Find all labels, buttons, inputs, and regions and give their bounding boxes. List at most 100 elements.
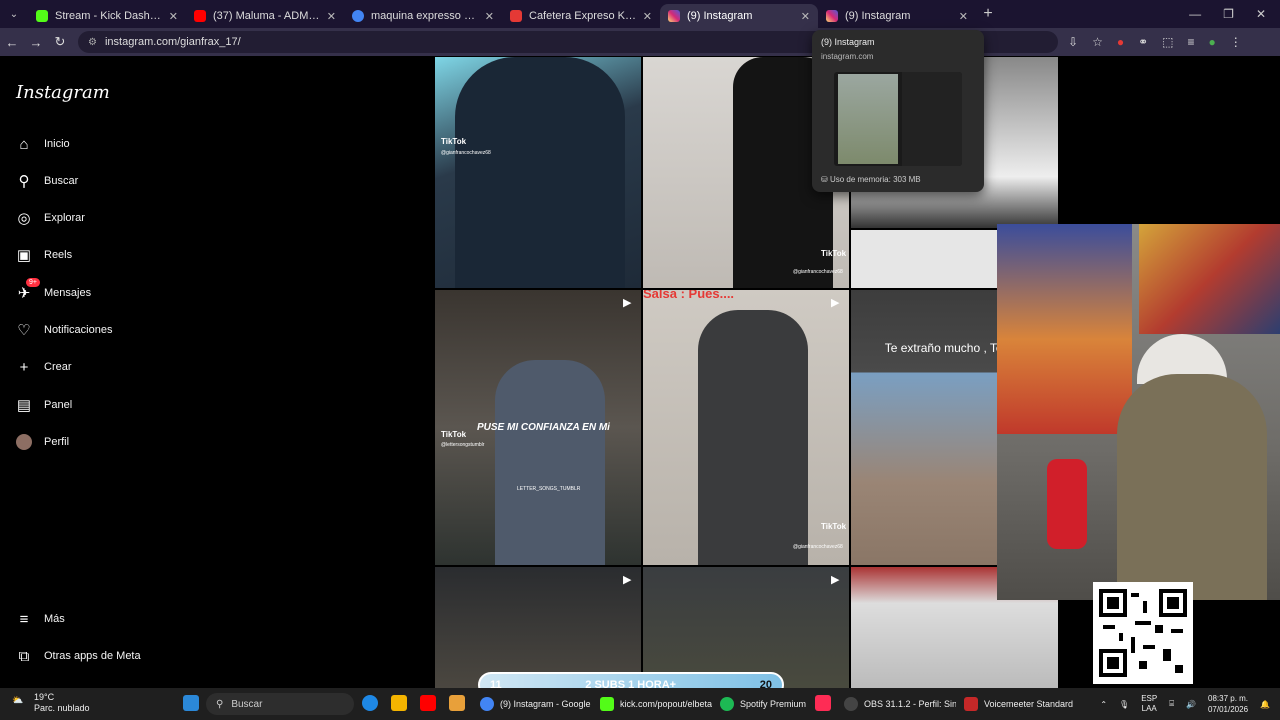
microphone-icon[interactable]: 🎙 <box>1119 700 1129 709</box>
tab-hover-card: (9) Instagram instagram.com ⛁ Uso de mem… <box>812 30 984 192</box>
plus-icon: + <box>19 358 29 376</box>
window-controls: — ❐ ✕ <box>1189 7 1280 21</box>
taskbar-search[interactable]: ⚲ Buscar <box>206 693 354 715</box>
tab-3[interactable]: Cafetera Expreso KALLEY K-EXT ✕ <box>502 4 660 28</box>
menu-kebab-icon[interactable]: ⋮ <box>1230 35 1242 49</box>
person-silhouette <box>495 360 605 565</box>
clock-date: 07/01/2026 <box>1207 705 1249 714</box>
weather-temp: 19°C <box>34 692 55 702</box>
nav-explorar[interactable]: ◎ Explorar <box>14 207 85 229</box>
tab-preview-thumbnail <box>834 72 962 166</box>
nav-crear[interactable]: + Crear <box>14 356 72 378</box>
memory-usage: ⛁ Uso de memoria: 303 MB <box>821 175 921 184</box>
post-tile[interactable]: ▶ <box>643 567 849 688</box>
person-silhouette <box>698 310 808 565</box>
instagram-icon <box>826 10 838 22</box>
media-control-icon[interactable]: ≡ <box>1187 35 1194 49</box>
nav-meta-apps[interactable]: ⧉ Otras apps de Meta <box>14 645 141 667</box>
tab-1[interactable]: (37) Maluma - ADMV (Karaoke) ✕ <box>186 4 344 28</box>
tab-search-icon[interactable]: ⌄ <box>0 0 28 28</box>
lang-primary: ESP <box>1141 694 1158 703</box>
taskbar-app-spotify[interactable]: Spotify Premium <box>720 694 810 714</box>
clock[interactable]: 08:37 p. m. 07/01/2026 <box>1208 693 1248 715</box>
kick-icon <box>36 10 48 22</box>
taskbar-app-label: Voicemeeter Standard <box>984 699 1074 709</box>
taskbar-app-kick[interactable]: kick.com/popout/elbeta <box>600 694 712 714</box>
extension-red-icon[interactable]: ● <box>1117 35 1124 49</box>
maximize-icon[interactable]: ❐ <box>1223 7 1234 21</box>
tab-2[interactable]: maquina expresso kalley - Bus ✕ <box>344 4 502 28</box>
post-tile[interactable]: ▶ <box>435 567 641 688</box>
nav-label: Crear <box>44 361 72 373</box>
close-icon[interactable]: ✕ <box>643 10 652 23</box>
instagram-logo[interactable]: Instagram <box>16 82 110 103</box>
nav-panel[interactable]: ▤ Panel <box>14 394 72 416</box>
install-app-icon[interactable]: ⇩ <box>1068 35 1078 49</box>
taskbar-app-label: OBS 31.1.2 - Perfil: Sin Tí <box>864 699 956 709</box>
notifications-icon[interactable]: 🔔 <box>1260 700 1270 709</box>
close-icon[interactable]: ✕ <box>801 10 810 23</box>
edge-icon[interactable] <box>362 695 378 711</box>
taskbar-app-obs[interactable]: OBS 31.1.2 - Perfil: Sin Tí <box>844 694 956 714</box>
close-window-icon[interactable]: ✕ <box>1256 7 1266 21</box>
instagram-sidebar: Instagram ⌂ Inicio ⚲ Buscar ◎ Explorar ▣… <box>0 56 245 688</box>
nav-label: Explorar <box>44 212 85 224</box>
nav-inicio[interactable]: ⌂ Inicio <box>14 133 69 155</box>
nav-perfil[interactable]: Perfil <box>14 431 69 453</box>
tab-title: (9) Instagram <box>845 10 911 22</box>
post-tile[interactable]: Salsa : Pues.... ▶ TikTok @gianfrancocha… <box>643 290 849 565</box>
taskbar-search-label: Buscar <box>231 698 263 710</box>
network-icon[interactable]: ⌸ <box>1169 699 1174 709</box>
extension-icons: ⇩ ☆ ● ⚭ ⬚ ≡ ● ⋮ <box>1068 35 1242 49</box>
extensions-puzzle-icon[interactable]: ⬚ <box>1162 35 1173 49</box>
tab-title: (37) Maluma - ADMV (Karaoke) <box>213 10 321 22</box>
profile-avatar-icon[interactable]: ● <box>1209 35 1216 49</box>
tab-4[interactable]: (9) Instagram ✕ <box>660 4 818 28</box>
tab-title: Stream - Kick Dashboard <box>55 10 163 22</box>
file-explorer-icon[interactable] <box>391 695 407 711</box>
youtube-icon[interactable] <box>420 695 436 711</box>
bookmark-star-icon[interactable]: ☆ <box>1092 35 1103 49</box>
nav-label: Perfil <box>44 436 70 448</box>
language-indicator[interactable]: ESP LAA <box>1141 694 1157 714</box>
taskbar-app-label: kick.com/popout/elbeta <box>620 699 712 709</box>
post-tile[interactable]: TikTok @gianfrancochavez68 <box>435 57 641 288</box>
close-icon[interactable]: ✕ <box>959 10 968 23</box>
tiktok-handle: @gianfrancochavez68 <box>793 544 843 550</box>
streamer-silhouette <box>1117 374 1267 600</box>
nav-notificaciones[interactable]: ♡ Notificaciones <box>14 319 112 341</box>
tiktok-handle: @lettersongstumblr <box>441 442 485 448</box>
unread-badge: 9+ <box>26 278 40 287</box>
nav-reels[interactable]: ▣ Reels <box>14 244 72 266</box>
tab-5[interactable]: (9) Instagram ✕ <box>818 4 976 28</box>
minimize-icon[interactable]: — <box>1189 7 1201 21</box>
post-tile[interactable]: ▶ TikTok PUSE MI CONFIANZA EN Mi LETTER_… <box>435 290 641 565</box>
reload-icon[interactable]: ↻ <box>48 34 72 50</box>
chevron-up-icon[interactable]: ⌃ <box>1100 700 1107 709</box>
new-tab-button[interactable]: + <box>976 5 1000 23</box>
messenger-icon: ✈ 9+ <box>14 278 40 303</box>
site-info-icon[interactable]: ⚙ <box>88 37 97 48</box>
cloud-sun-icon: ⛅ <box>12 695 24 705</box>
nav-buscar[interactable]: ⚲ Buscar <box>14 170 79 192</box>
back-icon[interactable]: ← <box>0 35 24 50</box>
tab-0[interactable]: Stream - Kick Dashboard ✕ <box>28 4 186 28</box>
nav-mensajes[interactable]: ✈ 9+ Mensajes <box>14 278 91 304</box>
forward-icon[interactable]: → <box>24 35 48 50</box>
store-icon[interactable] <box>449 695 465 711</box>
volume-icon[interactable]: 🔊 <box>1186 700 1196 709</box>
reel-play-icon: ▶ <box>623 574 632 586</box>
windows-taskbar: ⛅ 19°C Parc. nublado ⚲ Buscar (9) Instag… <box>0 688 1280 720</box>
nav-mas[interactable]: ≡ Más <box>14 608 65 630</box>
taskbar-app-voicemeeter[interactable]: Voicemeeter Standard <box>964 694 1074 714</box>
close-icon[interactable]: ✕ <box>485 10 494 23</box>
close-icon[interactable]: ✕ <box>169 10 178 23</box>
windows-start-icon[interactable] <box>183 695 199 711</box>
close-icon[interactable]: ✕ <box>327 10 336 23</box>
reel-play-icon: ▶ <box>831 297 840 309</box>
tiktok-live-icon[interactable] <box>815 695 831 711</box>
weather-widget[interactable]: ⛅ 19°C Parc. nublado <box>12 692 90 714</box>
link-icon[interactable]: ⚭ <box>1138 35 1148 49</box>
url-text: instagram.com/gianfrax_17/ <box>104 36 241 48</box>
taskbar-app-chrome[interactable]: (9) Instagram - Google C <box>480 694 592 714</box>
